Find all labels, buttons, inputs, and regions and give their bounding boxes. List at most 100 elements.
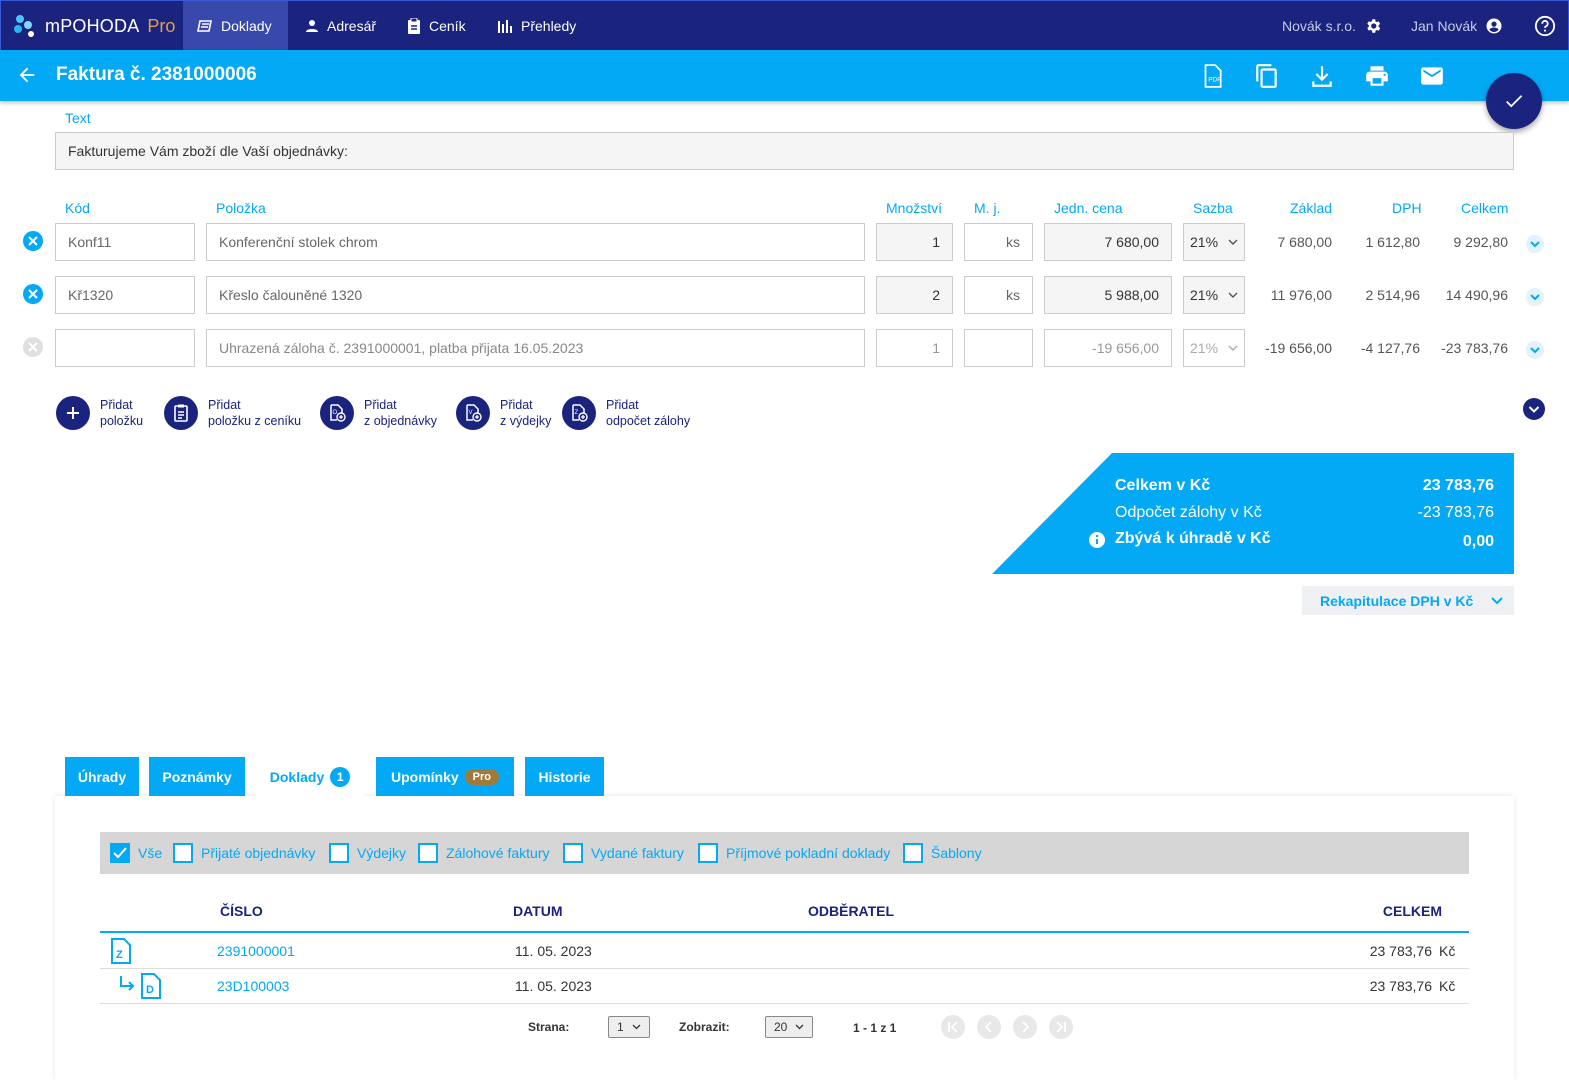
col-celkem[interactable]: CELKEM (1330, 903, 1442, 919)
col-odberatel[interactable]: ODBĚRATEL (808, 903, 894, 919)
page-select[interactable]: 1 (608, 1016, 650, 1038)
chevron-down-icon (1526, 235, 1544, 253)
row-polozka[interactable]: Konferenční stolek chrom (206, 223, 865, 261)
row-expand-button[interactable] (1526, 235, 1544, 253)
back-button[interactable] (16, 64, 38, 89)
vat-recap-toggle[interactable]: Rekapitulace DPH v Kč (1302, 586, 1514, 615)
user-name: Jan Novák (1411, 18, 1478, 34)
nav-adresar[interactable]: Adresář (291, 1, 390, 51)
checkbox[interactable] (329, 843, 349, 863)
col-cislo[interactable]: ČÍSLO (220, 903, 263, 919)
checkbox[interactable] (903, 843, 923, 863)
last-page-button[interactable] (1049, 1015, 1073, 1039)
row-mj[interactable]: ks (964, 276, 1033, 314)
nav-cenik[interactable]: Ceník (393, 1, 480, 51)
expand-all-button[interactable] (1523, 398, 1545, 423)
filter-vydejky[interactable]: Výdejky (329, 843, 406, 863)
row-jedn-cena[interactable]: 5 988,00 (1044, 276, 1172, 314)
filter-zalohove-faktury[interactable]: Zálohové faktury (418, 843, 550, 863)
text-field[interactable]: Fakturujeme Vám zboží dle Vaší objednávk… (55, 132, 1514, 170)
doc-number-link[interactable]: 2391000001 (217, 943, 295, 959)
doc-currency: Kč (1439, 978, 1456, 994)
filter-sablony[interactable]: Šablony (903, 843, 982, 863)
row-jedn-cena[interactable]: -19 656,00 (1044, 329, 1172, 367)
row-polozka[interactable]: Křeslo čalouněné 1320 (206, 276, 865, 314)
nav-prehledy[interactable]: Přehledy (483, 1, 590, 51)
print-button[interactable] (1364, 63, 1390, 89)
add-label-2: z objednávky (364, 414, 437, 428)
tab-doklady[interactable]: Doklady 1 (256, 757, 364, 796)
row-mj[interactable]: ks (964, 223, 1033, 261)
deduction-label: Odpočet zálohy v Kč (1115, 504, 1262, 521)
close-icon (28, 236, 38, 246)
info-icon[interactable] (1088, 531, 1106, 552)
mail-icon (1421, 67, 1443, 85)
svg-text:V: V (469, 410, 473, 416)
download-button[interactable] (1309, 63, 1335, 89)
doc-number-link[interactable]: 23D100003 (217, 978, 289, 994)
close-icon (28, 289, 38, 299)
row-jedn-cena[interactable]: 7 680,00 (1044, 223, 1172, 261)
chevron-right-icon (1022, 1021, 1030, 1033)
next-page-button[interactable] (1013, 1015, 1037, 1039)
remove-row-button[interactable] (23, 284, 43, 304)
page-value: 1 (617, 1020, 624, 1034)
tab-poznamky[interactable]: Poznámky (149, 757, 245, 796)
checkbox[interactable] (418, 843, 438, 863)
email-button[interactable] (1419, 63, 1445, 89)
add-item-button[interactable]: Přidat položku (56, 396, 143, 430)
row-kod[interactable]: Konf11 (55, 223, 195, 261)
doc-total: 23 783,76 (1369, 978, 1432, 994)
row-sazba-select[interactable]: 21% (1183, 329, 1245, 367)
row-mnozstvi[interactable]: 1 (876, 329, 953, 367)
checkbox-checked[interactable] (110, 843, 130, 863)
company-switcher[interactable]: Novák s.r.o. (1282, 1, 1382, 51)
brand-logo[interactable]: mPOHODA Pro (13, 1, 175, 51)
remove-row-button[interactable] (23, 231, 43, 251)
row-sazba-select[interactable]: 21% (1183, 223, 1245, 261)
row-mj[interactable] (964, 329, 1033, 367)
checkbox[interactable] (698, 843, 718, 863)
pdf-button[interactable]: PDF (1199, 63, 1225, 89)
doc-type-letter: Z (116, 949, 123, 961)
add-from-order-button[interactable]: O Přidat z objednávky (320, 396, 437, 430)
download-icon (1312, 66, 1332, 87)
total-value: 23 783,76 (1422, 477, 1494, 494)
page-size-select[interactable]: 20 (765, 1016, 814, 1038)
filter-label: Vydané faktury (591, 845, 684, 861)
row-expand-button[interactable] (1526, 341, 1544, 359)
checkbox[interactable] (563, 843, 583, 863)
add-from-delivery-button[interactable]: V Přidat z výdejky (456, 396, 551, 430)
row-expand-button[interactable] (1526, 288, 1544, 306)
tab-label: Úhrady (77, 768, 127, 785)
tab-upominky[interactable]: Upomínky Pro (376, 757, 514, 796)
filter-vydane-faktury[interactable]: Vydané faktury (563, 843, 684, 863)
filter-vse[interactable]: Vše (110, 843, 162, 863)
row-mnozstvi[interactable]: 1 (876, 223, 953, 261)
help-button[interactable] (1534, 1, 1556, 51)
tab-uhrady[interactable]: Úhrady (65, 757, 139, 796)
filter-prijmove-pokladni-doklady[interactable]: Příjmové pokladní doklady (698, 843, 890, 863)
first-page-button[interactable] (941, 1015, 965, 1039)
row-kod[interactable] (55, 329, 195, 367)
add-from-pricelist-button[interactable]: Přidat položku z ceníku (164, 396, 301, 430)
row-sazba: 21% (1190, 234, 1219, 250)
pro-badge: Pro (464, 768, 500, 785)
tab-historie[interactable]: Historie (525, 757, 604, 796)
prev-page-button[interactable] (977, 1015, 1001, 1039)
nav-doklady[interactable]: Doklady (183, 1, 288, 51)
filter-prijate-objednavky[interactable]: Přijaté objednávky (173, 843, 315, 863)
doc-z-icon: Z (110, 938, 132, 967)
checkbox[interactable] (173, 843, 193, 863)
user-menu[interactable]: Jan Novák (1411, 1, 1503, 51)
row-polozka[interactable]: Uhrazená záloha č. 2391000001, platba př… (206, 329, 865, 367)
remaining-label: Zbývá k úhradě v Kč (1115, 530, 1271, 547)
add-deposit-deduction-button[interactable]: Z Přidat odpočet zálohy (562, 396, 690, 430)
row-sazba-select[interactable]: 21% (1183, 276, 1245, 314)
row-kod[interactable]: Kř1320 (55, 276, 195, 314)
col-datum[interactable]: DATUM (513, 903, 563, 919)
copy-button[interactable] (1254, 63, 1280, 89)
save-fab-button[interactable] (1486, 73, 1542, 129)
remove-row-button[interactable] (23, 337, 43, 357)
row-mnozstvi[interactable]: 2 (876, 276, 953, 314)
